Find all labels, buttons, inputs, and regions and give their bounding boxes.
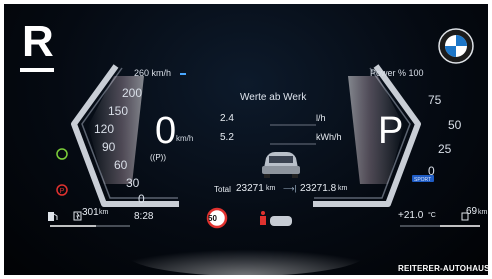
dashboard-graphics: P [48, 28, 480, 275]
speed-tick: 90 [102, 140, 116, 154]
car-icon [262, 152, 300, 178]
range-unit: km [99, 209, 109, 216]
bmw-logo-icon [438, 28, 474, 64]
speed-tick: 0 [138, 192, 145, 206]
power-tick: 50 [448, 118, 462, 132]
trip-unit: km [338, 185, 348, 192]
speed-tick: 150 [108, 104, 129, 118]
center-title: Werte ab Werk [240, 92, 307, 103]
speed-limit-value: 50 [208, 214, 217, 223]
total-value: 23271 [236, 183, 264, 194]
electric-range-value: 69 [466, 206, 478, 217]
speed-tick: 60 [114, 158, 128, 172]
power-scale-label: Power % 100 [370, 68, 424, 78]
parking-brake-indicator: ((P)) [150, 153, 166, 162]
fuel-consumption-value: 2.4 [220, 113, 234, 124]
outside-temperature: +21.0 [398, 210, 424, 221]
electric-consumption-value: 5.2 [220, 132, 234, 143]
fuel-consumption-unit: l/h [316, 113, 326, 123]
speed-tick: 30 [126, 176, 140, 190]
drive-mode-label: SPORT [414, 177, 432, 183]
clock: 8:28 [134, 211, 154, 222]
speed-tick: 120 [94, 122, 115, 136]
power-tick: 75 [428, 93, 442, 107]
ev-range-icon [73, 211, 82, 221]
gear-indicator: P [378, 110, 404, 152]
speed-scale-max: 260 km/h [134, 68, 172, 78]
fuel-pump-icon [48, 212, 58, 221]
floor-glow [126, 232, 366, 275]
temperature-unit: °C [428, 212, 436, 219]
dealer-website: REITERER-AUTOHAUS.AT [398, 264, 492, 273]
speed-value: 0 [155, 110, 177, 152]
instrument-cluster-screen: P R 260 km/h 200 150 120 90 60 30 0 0 km… [0, 0, 492, 279]
seatbelt-icon [260, 211, 292, 226]
green-indicator-icon [56, 148, 68, 160]
electric-consumption-unit: kWh/h [316, 132, 342, 142]
trip-value: 23271.8 [300, 183, 337, 194]
total-unit: km [266, 185, 276, 192]
speed-tick: 200 [122, 86, 143, 100]
dealer-logo: R [20, 17, 54, 72]
speed-unit: km/h [176, 134, 194, 143]
total-label: Total [214, 185, 231, 194]
trip-icon: ⟶| [283, 184, 297, 193]
power-tick: 0 [428, 164, 435, 178]
electric-range-unit: km [478, 209, 488, 216]
svg-text:P: P [60, 188, 65, 195]
range-value: 301 [82, 207, 99, 218]
power-tick: 25 [438, 142, 452, 156]
